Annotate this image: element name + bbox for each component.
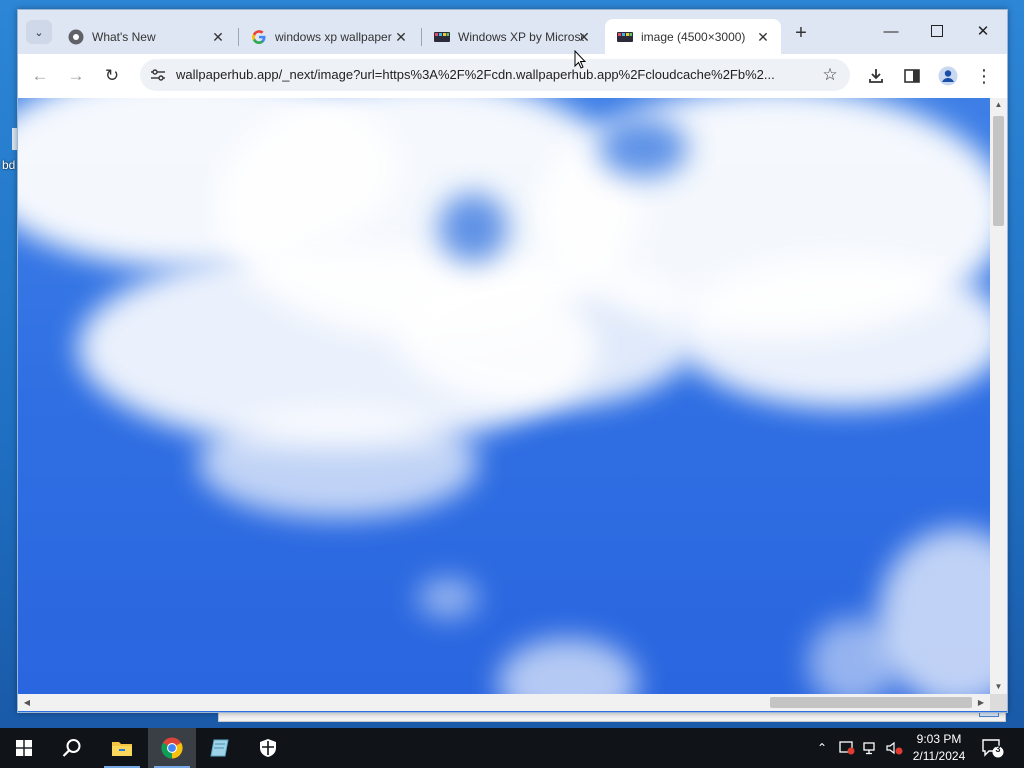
security-icon xyxy=(260,739,276,757)
wallpaperhub-icon xyxy=(434,31,450,42)
minimize-icon: — xyxy=(883,22,899,40)
close-window-button[interactable]: ✕ xyxy=(960,18,1006,44)
start-button[interactable] xyxy=(0,728,48,768)
start-icon xyxy=(16,740,32,756)
close-icon: ✕ xyxy=(976,23,990,40)
taskbar-file-explorer[interactable] xyxy=(98,728,146,768)
tab-title: image (4500×3000) xyxy=(641,29,746,44)
bookmark-star-icon[interactable]: ☆ xyxy=(818,63,842,87)
scrollbar-corner xyxy=(990,694,1007,711)
site-info-icon[interactable] xyxy=(148,65,168,85)
download-icon xyxy=(869,69,883,83)
notification-count: 3 xyxy=(995,744,1001,754)
wallpaper-image[interactable] xyxy=(18,98,990,694)
scroll-up-icon[interactable]: ▲ xyxy=(990,98,1007,112)
tab-title: What's New xyxy=(92,29,156,44)
tab-title: Windows XP by Microsoft xyxy=(458,29,584,44)
side-panel-icon xyxy=(904,69,920,83)
tray-network-icon[interactable] xyxy=(860,728,882,768)
close-tab-icon[interactable]: ✕ xyxy=(576,29,592,45)
new-tab-button[interactable]: + xyxy=(788,22,814,44)
network-icon xyxy=(863,742,875,755)
tray-security-icon[interactable] xyxy=(836,728,858,768)
tab-search-button[interactable]: ⌄ xyxy=(26,20,52,44)
vertical-scroll-thumb[interactable] xyxy=(993,116,1004,226)
horizontal-scroll-thumb[interactable] xyxy=(770,697,972,708)
scroll-left-icon[interactable]: ◀ xyxy=(20,694,34,711)
taskbar-clock[interactable]: 9:03 PM 2/11/2024 xyxy=(906,731,972,765)
clock-date: 2/11/2024 xyxy=(912,749,966,763)
taskbar-search-button[interactable] xyxy=(48,728,96,768)
notification-center-button[interactable]: 3 xyxy=(982,738,1004,758)
reload-icon: ↻ xyxy=(104,66,120,85)
scroll-down-icon[interactable]: ▼ xyxy=(990,680,1007,694)
page-content: ▲ ▼ ◀ ▶ xyxy=(18,98,1007,712)
chrome-window: ⌄ What's New ✕ windows xp wallpaper ✕ Wi… xyxy=(17,9,1008,713)
show-hidden-icons-button[interactable]: ⌃ xyxy=(812,728,832,768)
chevron-up-icon: ⌃ xyxy=(816,741,828,755)
forward-button[interactable]: → xyxy=(62,62,90,90)
chrome-icon xyxy=(161,737,183,759)
arrow-right-icon: → xyxy=(67,66,85,85)
url-text[interactable]: wallpaperhub.app/_next/image?url=https%3… xyxy=(176,67,808,82)
scroll-right-icon[interactable]: ▶ xyxy=(974,694,988,711)
arrow-left-icon: ← xyxy=(31,66,49,85)
chevron-down-icon: ⌄ xyxy=(34,26,44,39)
clock-time: 9:03 PM xyxy=(916,732,962,746)
tune-icon xyxy=(151,69,165,81)
tab-windows-xp[interactable]: Windows XP by Microsoft ✕ xyxy=(422,19,602,54)
tab-google-search[interactable]: windows xp wallpaper ✕ xyxy=(239,19,419,54)
wallpaperhub-icon xyxy=(617,31,633,42)
chrome-icon xyxy=(68,29,84,44)
address-bar[interactable]: wallpaperhub.app/_next/image?url=https%3… xyxy=(140,59,850,91)
profile-button[interactable] xyxy=(934,62,962,90)
menu-button[interactable]: ⋮ xyxy=(970,62,998,90)
defender-alert-icon xyxy=(839,741,855,755)
browser-toolbar: ← → ↻ wallpaperhub.app/_next/image?url=h… xyxy=(18,54,1007,98)
close-tab-icon[interactable]: ✕ xyxy=(393,29,409,45)
close-tab-icon[interactable]: ✕ xyxy=(755,29,771,45)
tab-whats-new[interactable]: What's New ✕ xyxy=(56,19,236,54)
taskbar-security[interactable] xyxy=(244,728,292,768)
mouse-cursor-icon xyxy=(574,50,586,69)
back-button[interactable]: ← xyxy=(26,62,54,90)
tab-image-active[interactable]: image (4500×3000) ✕ xyxy=(605,19,781,54)
tab-strip: ⌄ What's New ✕ windows xp wallpaper ✕ Wi… xyxy=(18,10,1007,54)
volume-muted-icon xyxy=(886,741,903,755)
close-tab-icon[interactable]: ✕ xyxy=(210,29,226,45)
google-icon xyxy=(252,29,266,44)
vertical-scrollbar[interactable]: ▲ ▼ xyxy=(990,98,1007,694)
horizontal-scrollbar[interactable]: ◀ ▶ xyxy=(18,694,990,711)
side-panel-button[interactable] xyxy=(898,62,926,90)
desktop-icon[interactable]: bd xyxy=(0,122,18,172)
desktop-icon-label: bd xyxy=(2,158,16,172)
taskbar: ⌃ 9:03 PM 2/11/2024 3 xyxy=(0,728,1024,768)
more-vert-icon: ⋮ xyxy=(975,66,993,86)
minimize-button[interactable]: — xyxy=(868,18,914,44)
taskbar-chrome[interactable] xyxy=(148,728,196,768)
downloads-button[interactable] xyxy=(862,62,890,90)
file-explorer-icon xyxy=(112,742,132,756)
notepad-icon xyxy=(210,739,229,757)
reload-button[interactable]: ↻ xyxy=(98,62,126,90)
taskbar-notepad[interactable] xyxy=(196,728,244,768)
tray-volume-icon[interactable] xyxy=(884,728,906,768)
search-icon xyxy=(62,739,81,757)
tab-title: windows xp wallpaper xyxy=(275,29,392,44)
maximize-icon xyxy=(931,25,943,37)
avatar-icon xyxy=(938,66,958,86)
maximize-button[interactable] xyxy=(914,18,960,44)
